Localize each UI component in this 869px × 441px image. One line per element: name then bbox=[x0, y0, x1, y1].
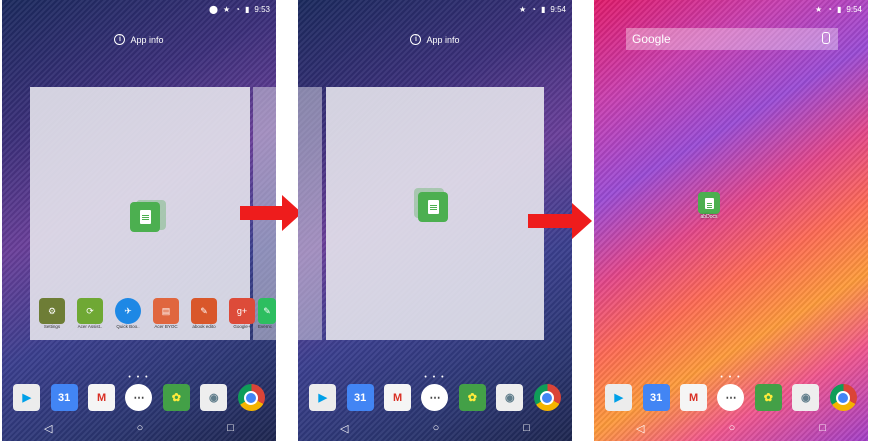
star-icon: ★ bbox=[815, 5, 823, 14]
nav-bar: ◁ ○ □ bbox=[2, 415, 276, 441]
evernote-icon: ✎ bbox=[258, 298, 276, 324]
status-bar: ⬤ ★ ◔ ▮ 9:53 bbox=[209, 4, 270, 16]
abook-editor-icon: ✎ bbox=[191, 298, 217, 324]
dragged-docs-icon[interactable] bbox=[418, 192, 448, 222]
calendar-icon[interactable]: 31 bbox=[346, 384, 374, 411]
settings-icon: ⚙ bbox=[39, 298, 65, 324]
google-search-bar[interactable]: Google bbox=[626, 28, 838, 50]
calendar-icon[interactable]: 31 bbox=[50, 384, 78, 411]
page-indicator: • • • bbox=[424, 374, 446, 381]
app-google-plus[interactable]: g+ Google+ bbox=[224, 298, 260, 329]
wifi-icon: ◔ bbox=[235, 5, 241, 14]
back-button[interactable]: ◁ bbox=[636, 422, 644, 435]
battery-icon: ▮ bbox=[245, 5, 250, 14]
back-button[interactable]: ◁ bbox=[340, 422, 348, 435]
homescreen-row: ⚙ Settings ⟳ Acer Assist.. ✈ Quick Boo..… bbox=[34, 298, 260, 329]
app-abook-editor[interactable]: ✎ abook edito bbox=[186, 298, 222, 329]
camera-icon[interactable]: ◉ bbox=[792, 384, 820, 411]
docs-icon bbox=[698, 192, 720, 214]
all-apps-icon[interactable]: ⋯ bbox=[125, 384, 153, 411]
dragged-docs-icon[interactable] bbox=[130, 202, 160, 232]
mic-icon[interactable] bbox=[822, 32, 830, 44]
screen-1: ⬤ ★ ◔ ▮ 9:53 i App info ⚙ Settings ⟳ Ace… bbox=[2, 0, 276, 441]
app-quick-boot[interactable]: ✈ Quick Boo.. bbox=[110, 298, 146, 329]
chrome-icon[interactable] bbox=[533, 384, 561, 411]
screen-3: ★ ◔ ▮ 9:54 Google abDocs • • • ▶ 31 M ⋯ … bbox=[594, 0, 868, 441]
battery-icon: ▮ bbox=[541, 5, 546, 14]
gallery-icon[interactable]: ✿ bbox=[458, 384, 486, 411]
clock: 9:54 bbox=[550, 5, 566, 14]
dock: ▶ 31 M ⋯ ✿ ◉ bbox=[2, 384, 276, 411]
gallery-icon[interactable]: ✿ bbox=[162, 384, 190, 411]
home-button[interactable]: ○ bbox=[137, 422, 144, 434]
gmail-icon[interactable]: M bbox=[680, 384, 708, 411]
dock: ▶ 31 M ⋯ ✿ ◉ bbox=[594, 384, 868, 411]
camera-icon[interactable]: ◉ bbox=[496, 384, 524, 411]
app-info-target[interactable]: i App info bbox=[298, 34, 572, 45]
info-icon: i bbox=[410, 34, 422, 45]
home-button[interactable]: ○ bbox=[433, 422, 440, 434]
google-plus-icon: g+ bbox=[229, 298, 255, 324]
app-label: abDocs bbox=[700, 214, 718, 220]
back-button[interactable]: ◁ bbox=[44, 422, 52, 435]
wifi-icon: ◔ bbox=[827, 5, 833, 14]
acer-assist-icon: ⟳ bbox=[77, 298, 103, 324]
gmail-icon[interactable]: M bbox=[88, 384, 116, 411]
status-bar: ★ ◔ ▮ 9:54 bbox=[815, 4, 862, 16]
play-store-icon[interactable]: ▶ bbox=[13, 384, 41, 411]
play-store-icon[interactable]: ▶ bbox=[309, 384, 337, 411]
chrome-icon[interactable] bbox=[237, 384, 265, 411]
nav-bar: ◁ ○ □ bbox=[298, 415, 572, 441]
app-settings[interactable]: ⚙ Settings bbox=[34, 298, 70, 329]
dock: ▶ 31 M ⋯ ✿ ◉ bbox=[298, 384, 572, 411]
acer-byoc-icon: ▤ bbox=[153, 298, 179, 324]
play-store-icon[interactable]: ▶ bbox=[605, 384, 633, 411]
clock: 9:53 bbox=[254, 5, 270, 14]
all-apps-icon[interactable]: ⋯ bbox=[717, 384, 745, 411]
location-icon: ⬤ bbox=[209, 5, 218, 14]
calendar-icon[interactable]: 31 bbox=[642, 384, 670, 411]
star-icon: ★ bbox=[519, 5, 527, 14]
recents-button[interactable]: □ bbox=[819, 422, 826, 434]
status-bar: ★ ◔ ▮ 9:54 bbox=[519, 4, 566, 16]
chrome-icon[interactable] bbox=[829, 384, 857, 411]
quick-boot-icon: ✈ bbox=[115, 298, 141, 324]
star-icon: ★ bbox=[223, 5, 231, 14]
nav-bar: ◁ ○ □ bbox=[594, 415, 868, 441]
info-icon: i bbox=[114, 34, 126, 45]
recents-button[interactable]: □ bbox=[227, 422, 234, 434]
page-indicator: • • • bbox=[128, 374, 150, 381]
app-info-target[interactable]: i App info bbox=[2, 34, 276, 45]
recents-button[interactable]: □ bbox=[523, 422, 530, 434]
app-evernote-edge[interactable]: ✎ Evernc bbox=[258, 298, 276, 329]
app-info-label: App info bbox=[130, 34, 164, 45]
clock: 9:54 bbox=[846, 5, 862, 14]
gmail-icon[interactable]: M bbox=[384, 384, 412, 411]
all-apps-icon[interactable]: ⋯ bbox=[421, 384, 449, 411]
app-abdocs[interactable]: abDocs bbox=[694, 192, 724, 220]
google-label: Google bbox=[632, 32, 671, 46]
app-acer-byoc[interactable]: ▤ Acer BYOC bbox=[148, 298, 184, 329]
arrow-right-icon bbox=[528, 203, 592, 239]
battery-icon: ▮ bbox=[837, 5, 842, 14]
app-info-label: App info bbox=[426, 34, 460, 45]
camera-icon[interactable]: ◉ bbox=[200, 384, 228, 411]
app-acer-assist[interactable]: ⟳ Acer Assist.. bbox=[72, 298, 108, 329]
previous-page-preview[interactable] bbox=[298, 87, 322, 340]
arrow-right-icon bbox=[240, 195, 302, 231]
wifi-icon: ◔ bbox=[531, 5, 537, 14]
page-indicator: • • • bbox=[720, 374, 742, 381]
home-button[interactable]: ○ bbox=[729, 422, 736, 434]
gallery-icon[interactable]: ✿ bbox=[754, 384, 782, 411]
